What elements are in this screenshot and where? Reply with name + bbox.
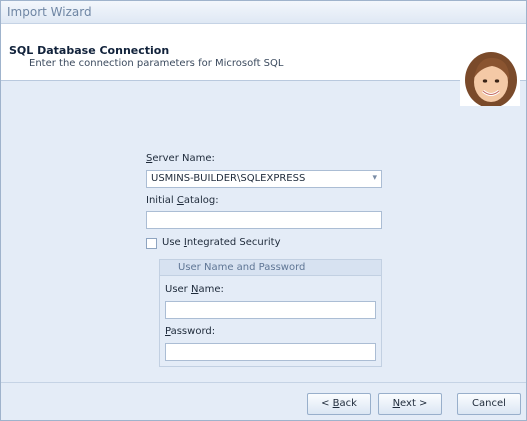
dropdown-arrow-icon[interactable]: ▾ [372, 173, 377, 183]
footer-divider [1, 382, 526, 383]
avatar [460, 50, 520, 106]
page-title: SQL Database Connection [9, 44, 170, 57]
cancel-button[interactable]: Cancel [457, 393, 521, 415]
initial-catalog-label: Initial Catalog: [146, 195, 219, 206]
user-name-input[interactable] [165, 301, 376, 319]
title-bar: Import Wizard [1, 1, 526, 24]
page-subtitle: Enter the connection parameters for Micr… [29, 58, 284, 69]
credentials-group-header: User Name and Password [160, 260, 381, 276]
server-name-combobox[interactable]: USMINS-BUILDER\SQLEXPRESS ▾ [146, 170, 382, 188]
password-label: Password: [165, 326, 216, 337]
integrated-security-checkbox[interactable] [146, 238, 157, 249]
password-input[interactable] [165, 343, 376, 361]
back-button[interactable]: < Back [307, 393, 371, 415]
wizard-header: SQL Database Connection Enter the connec… [1, 24, 526, 106]
next-button[interactable]: Next > [378, 393, 442, 415]
initial-catalog-input[interactable] [146, 211, 382, 229]
integrated-security-label[interactable]: Use Integrated Security [162, 237, 281, 248]
window-title: Import Wizard [7, 5, 92, 19]
import-wizard-window: Import Wizard SQL Database Connection En… [0, 0, 527, 421]
user-name-label: User Name: [165, 284, 224, 295]
server-name-value: USMINS-BUILDER\SQLEXPRESS [151, 173, 306, 184]
server-name-label: Server Name: [146, 153, 215, 164]
credentials-group-title: User Name and Password [178, 262, 306, 273]
woman-portrait-icon [460, 50, 520, 106]
